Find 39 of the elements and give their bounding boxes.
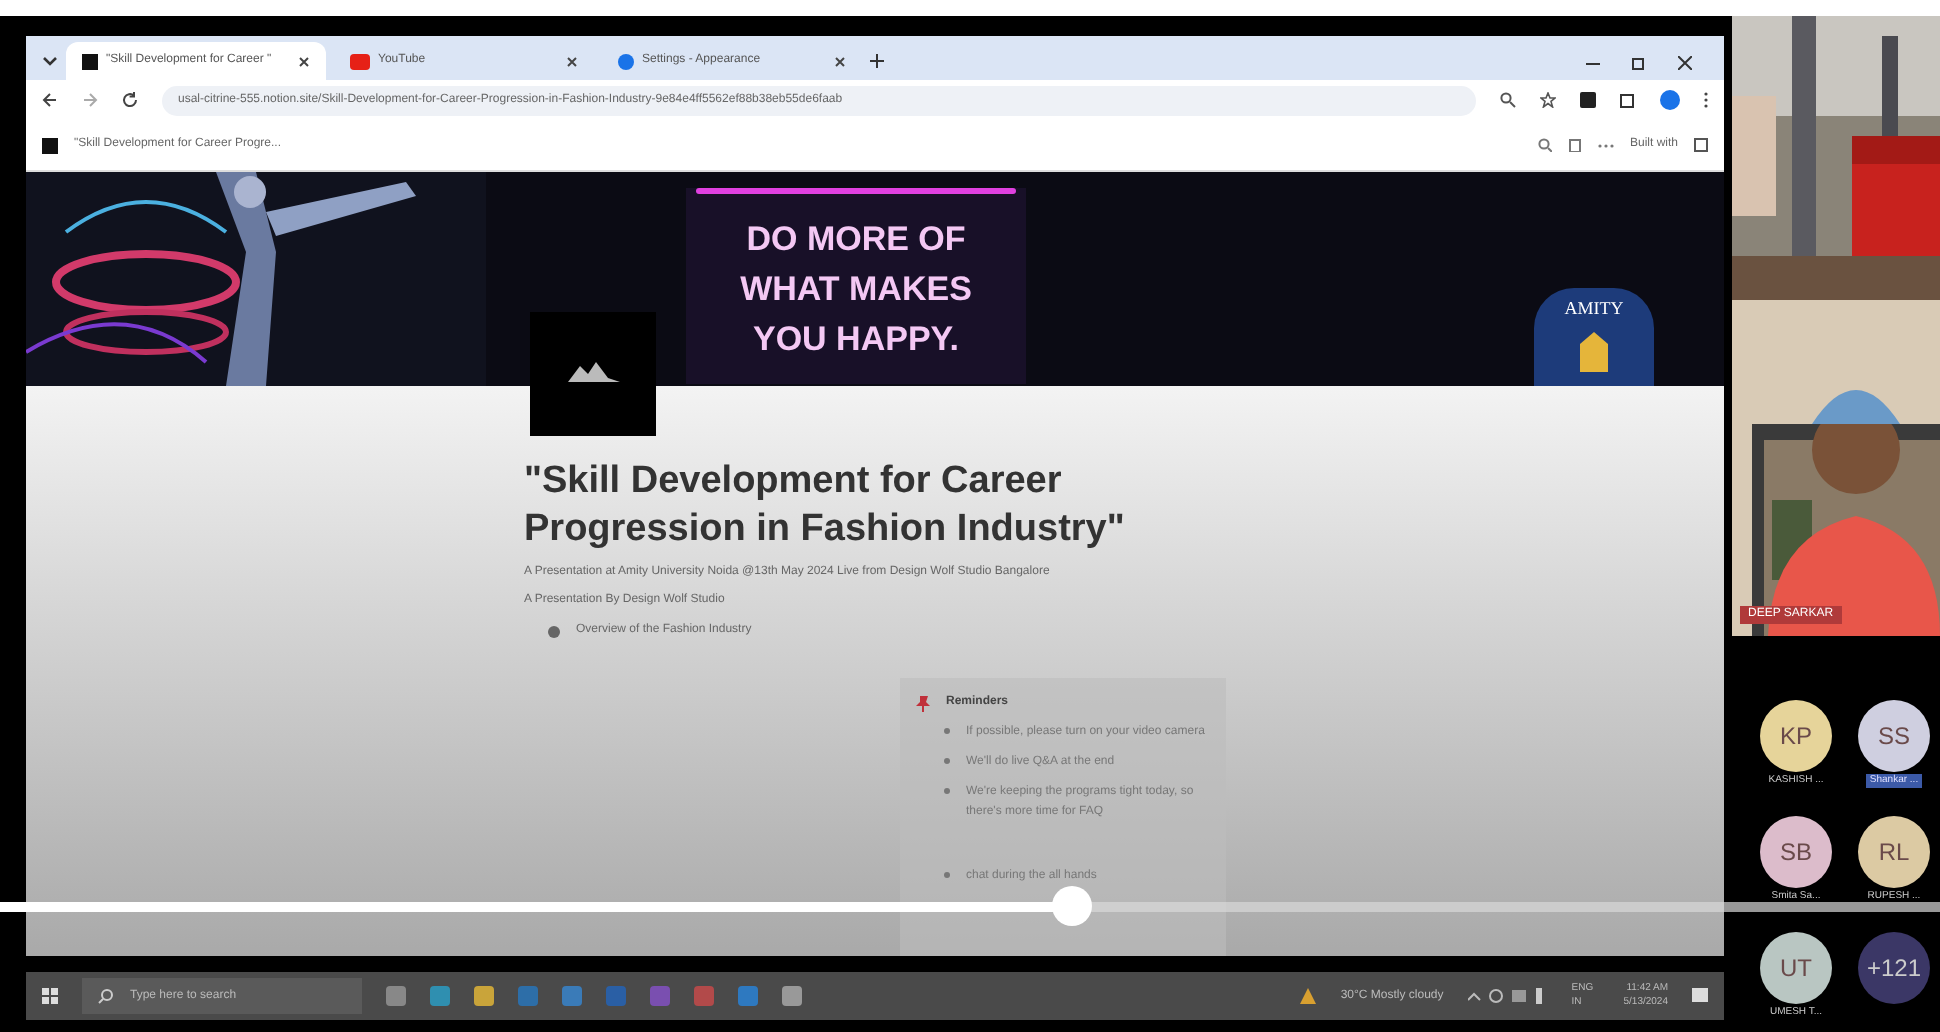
profile-icon[interactable] [1660, 90, 1680, 110]
neon-text: DO MORE OF [746, 218, 966, 262]
participant-avatar[interactable]: +121 [1858, 932, 1930, 1004]
toggle-icon[interactable] [548, 625, 560, 637]
close-icon[interactable] [1678, 56, 1692, 70]
windows-icon[interactable] [42, 988, 58, 1004]
neon-text: YOU HAPPY. [753, 318, 959, 362]
participant-avatar[interactable]: KP [1760, 700, 1832, 772]
search-icon[interactable] [1500, 92, 1516, 108]
forward-icon[interactable] [82, 92, 98, 108]
reload-icon[interactable] [122, 92, 138, 108]
restore-icon[interactable] [1632, 56, 1646, 70]
close-icon[interactable] [298, 55, 310, 67]
app-icon[interactable] [474, 986, 494, 1006]
back-icon[interactable] [42, 92, 58, 108]
crest-text: AMITY [1564, 296, 1624, 322]
search-icon [98, 988, 114, 1004]
close-icon[interactable] [566, 55, 578, 67]
copy-icon[interactable] [1567, 138, 1582, 152]
neon-text: WHAT MAKES [740, 268, 972, 312]
bullet-icon [944, 872, 950, 878]
new-tab-icon[interactable] [870, 54, 884, 68]
bullet-icon [944, 788, 950, 794]
pin-icon [916, 695, 930, 711]
star-icon[interactable] [1540, 92, 1556, 108]
participant-avatar[interactable]: RL [1858, 816, 1930, 888]
tray-icon[interactable] [1467, 988, 1548, 1004]
participant-avatar[interactable]: SB [1760, 816, 1832, 888]
close-icon[interactable] [834, 55, 846, 67]
page-title: "Skill Development for Career Progression in Fashion Industry" [524, 458, 1127, 554]
crest-icon [1580, 331, 1608, 371]
bullet-icon [944, 758, 950, 764]
page-icon [42, 137, 58, 153]
bullet-icon [944, 728, 950, 734]
participant-avatar[interactable]: UT [1760, 932, 1832, 1004]
progress-track[interactable] [0, 902, 1940, 912]
search-icon[interactable] [1537, 138, 1552, 152]
participant-avatar[interactable]: SS [1858, 700, 1930, 772]
page-icon [82, 53, 98, 69]
